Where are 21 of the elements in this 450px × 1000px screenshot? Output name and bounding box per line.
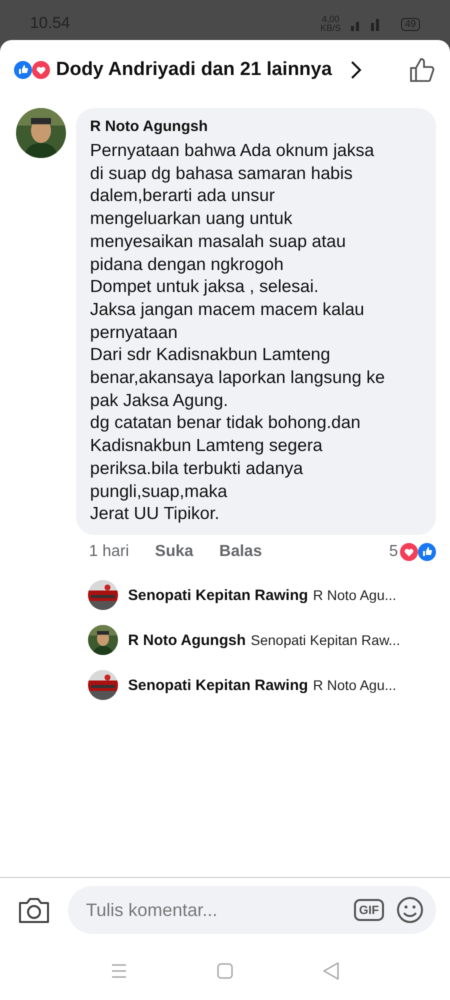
reply-preview[interactable]: R Noto Agu... xyxy=(313,587,396,604)
comment-time: 1 hari xyxy=(89,542,130,561)
reply-preview[interactable]: Senopati Kepitan Raw... xyxy=(250,632,400,648)
reaction-count: 5 xyxy=(389,542,398,561)
reply-author[interactable]: Senopati Kepitan Rawing xyxy=(128,586,308,604)
reactions-summary[interactable]: Dody Andriyadi dan 21 lainnya xyxy=(56,59,332,81)
gif-button[interactable]: GIF xyxy=(354,899,384,921)
emoji-icon[interactable] xyxy=(396,896,424,924)
thumbs-up-icon[interactable] xyxy=(408,56,436,84)
chevron-right-icon[interactable] xyxy=(350,60,362,80)
reply-link[interactable]: Balas xyxy=(219,542,262,561)
comment-input[interactable]: Tulis komentar... GIF xyxy=(68,886,436,934)
reply-author[interactable]: R Noto Agungsh xyxy=(128,632,246,649)
reply-preview[interactable]: R Noto Agu... xyxy=(313,677,396,694)
reaction-icons xyxy=(400,542,436,561)
comment-author[interactable]: R Noto Agungsh xyxy=(90,118,422,135)
reaction-icons xyxy=(14,61,50,79)
reply-author[interactable]: Senopati Kepitan Rawing xyxy=(128,676,308,694)
comment-text: Pernyataan bahwa Ada oknum jaksa di suap dg bahasa samaran habis dalem,berarti ada unsur mengeluarkan uang untuk menyesaikan masalah suap atau pidana dengan ngkrogoh Dompet untuk jaksa , selesai. Jaksa jangan macem macem kalau pernyataan Dari sdr Kadisnakbun Lamteng benar,akansaya laporkan langsung ke pak Jaksa Agung. dg catatan benar tidak bohong.dan Kadisnakbun Lamteng segera periksa.bila terbukti adanya pungli,suap,maka Jerat UU Tipikor. xyxy=(90,139,386,525)
camera-icon[interactable] xyxy=(18,896,50,924)
like-link[interactable]: Suka xyxy=(155,542,194,561)
